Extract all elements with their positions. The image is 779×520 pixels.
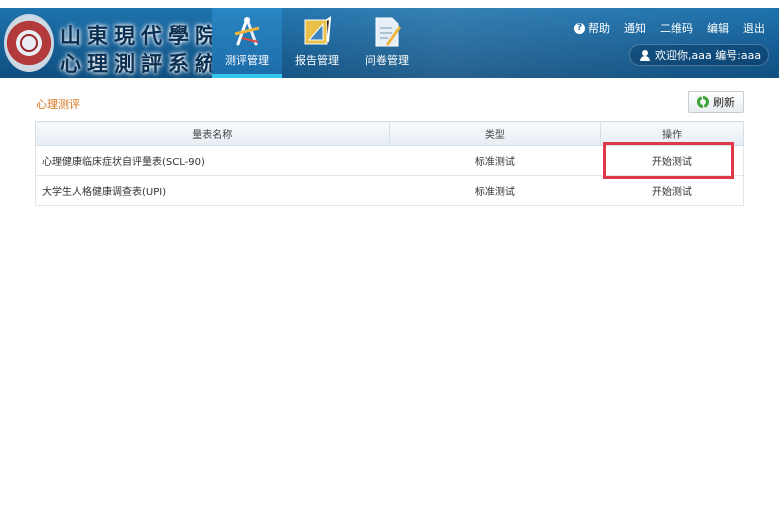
user-welcome-text: 欢迎你,aaa 编号:aaa: [655, 49, 762, 62]
scale-name: 大学生人格健康调查表(UPI): [35, 175, 389, 206]
refresh-label: 刷新: [713, 96, 735, 109]
seal-emblem: [20, 34, 38, 52]
scale-type: 标准测试: [389, 145, 601, 176]
notice-link[interactable]: 通知: [624, 20, 646, 36]
triangle-ruler-icon: [304, 16, 332, 45]
edit-link[interactable]: 编辑: [707, 20, 729, 36]
action-cell: 开始测试: [600, 145, 744, 176]
scale-type: 标准测试: [389, 175, 601, 206]
logout-link[interactable]: 退出: [743, 20, 765, 36]
refresh-button[interactable]: 刷新: [688, 91, 744, 113]
page-title: 心理测评: [36, 98, 80, 111]
table-header-row: 量表名称 类型 操作: [35, 121, 744, 146]
top-links: ? 帮助 通知 二维码 编辑 退出: [574, 20, 765, 36]
nav-item-label: 报告管理: [295, 54, 339, 67]
help-icon: ?: [574, 22, 585, 34]
user-icon: [640, 49, 650, 61]
start-test-button[interactable]: 开始测试: [652, 157, 692, 168]
column-header-action: 操作: [600, 121, 744, 146]
table-row: 心理健康临床症状自评量表(SCL-90) 标准测试 开始测试: [35, 145, 744, 176]
user-info: 欢迎你,aaa 编号:aaa: [629, 44, 769, 66]
app-header: 山東現代學院 心理測評系統 测评管理 报告管理 问卷管理 ? 帮助 通知 二维码…: [0, 8, 779, 78]
column-header-type: 类型: [388, 121, 602, 146]
qrcode-link[interactable]: 二维码: [660, 20, 693, 36]
action-cell: 开始测试: [600, 175, 744, 206]
compass-ruler-icon: [234, 17, 260, 46]
nav-item-reports[interactable]: 报告管理: [282, 8, 352, 78]
scale-name: 心理健康临床症状自评量表(SCL-90): [35, 145, 389, 176]
column-header-name: 量表名称: [35, 121, 390, 146]
document-pencil-icon: [375, 17, 401, 47]
nav-item-label: 测评管理: [225, 54, 269, 67]
nav-item-questionnaires[interactable]: 问卷管理: [352, 8, 422, 78]
table-row: 大学生人格健康调查表(UPI) 标准测试 开始测试: [35, 175, 744, 206]
nav-item-assessment[interactable]: 测评管理: [212, 8, 282, 78]
help-link[interactable]: ? 帮助: [574, 20, 610, 36]
nav-item-label: 问卷管理: [365, 54, 409, 67]
refresh-icon: [697, 96, 709, 108]
school-name: 山東現代學院: [60, 23, 222, 48]
school-seal-logo: [4, 14, 54, 72]
system-name: 心理測評系統: [60, 51, 222, 76]
scale-table: 量表名称 类型 操作 心理健康临床症状自评量表(SCL-90) 标准测试 开始测…: [35, 121, 744, 206]
start-test-button[interactable]: 开始测试: [652, 187, 692, 198]
main-nav: 测评管理 报告管理 问卷管理: [212, 8, 422, 78]
help-label: 帮助: [588, 22, 610, 35]
